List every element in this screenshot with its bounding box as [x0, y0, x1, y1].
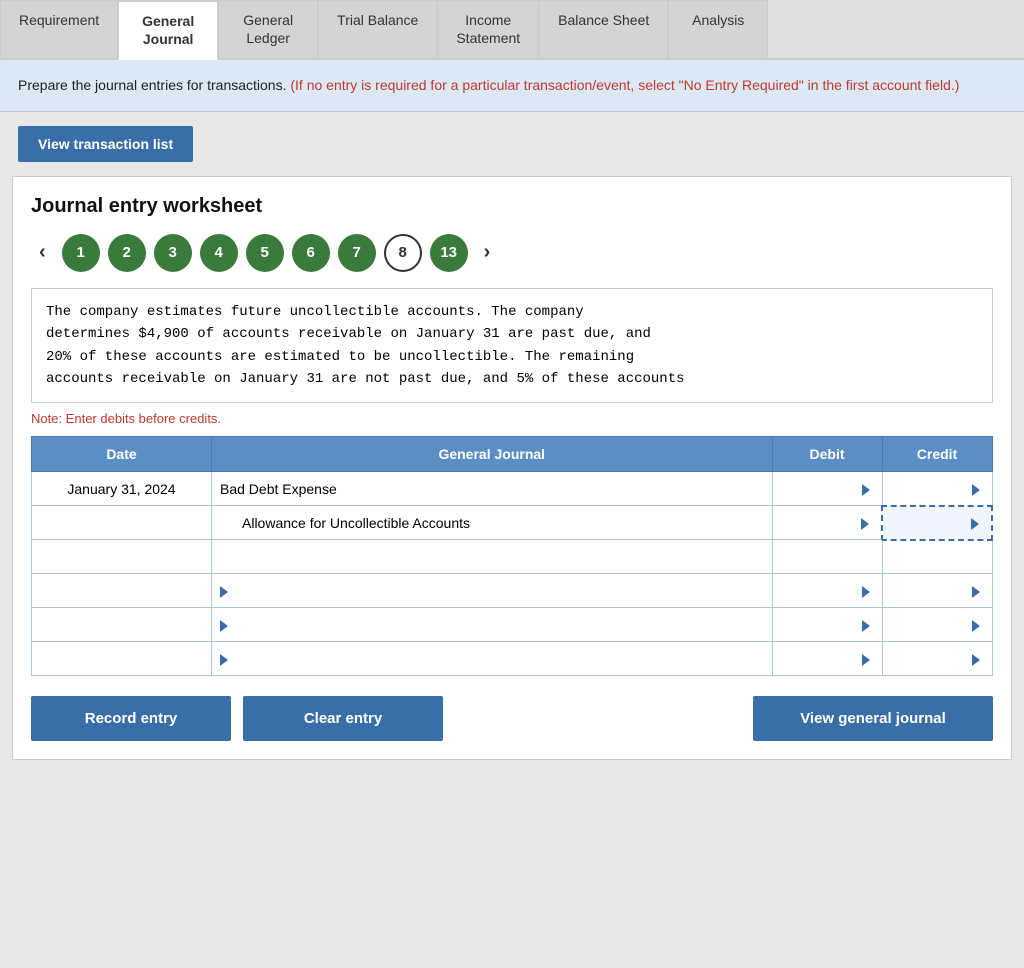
tab-general-journal[interactable]: GeneralJournal: [118, 0, 218, 60]
debit-triangle-icon: [862, 484, 870, 496]
prev-step-button[interactable]: ‹: [31, 237, 54, 268]
credit-cell[interactable]: [882, 574, 992, 608]
debit-triangle-icon: [862, 654, 870, 666]
step-13[interactable]: 13: [430, 234, 468, 272]
clear-entry-button[interactable]: Clear entry: [243, 696, 443, 741]
account-cell[interactable]: [212, 642, 773, 676]
step-1[interactable]: 1: [62, 234, 100, 272]
step-7[interactable]: 7: [338, 234, 376, 272]
credit-triangle-icon: [971, 518, 979, 530]
step-2[interactable]: 2: [108, 234, 146, 272]
debit-cell[interactable]: [772, 608, 882, 642]
debit-cell[interactable]: [772, 472, 882, 506]
debit-triangle-icon: [861, 518, 869, 530]
date-cell: [32, 506, 212, 540]
view-transaction-button[interactable]: View transaction list: [18, 126, 193, 162]
account-cell[interactable]: [212, 574, 773, 608]
credit-cell[interactable]: [882, 540, 992, 574]
debit-cell[interactable]: [772, 642, 882, 676]
debit-cell[interactable]: [772, 574, 882, 608]
date-cell: [32, 540, 212, 574]
tab-requirement[interactable]: Requirement: [0, 0, 118, 58]
step-8[interactable]: 8: [384, 234, 422, 272]
record-entry-button[interactable]: Record entry: [31, 696, 231, 741]
tab-balance-sheet[interactable]: Balance Sheet: [539, 0, 668, 58]
table-row: January 31, 2024 Bad Debt Expense: [32, 472, 993, 506]
credit-cell[interactable]: [882, 642, 992, 676]
table-row: [32, 574, 993, 608]
col-header-debit: Debit: [772, 437, 882, 472]
table-row: [32, 608, 993, 642]
col-header-credit: Credit: [882, 437, 992, 472]
entry-note: Note: Enter debits before credits.: [31, 411, 993, 426]
step-6[interactable]: 6: [292, 234, 330, 272]
account-cell[interactable]: [212, 608, 773, 642]
credit-cell[interactable]: [882, 472, 992, 506]
tab-general-ledger[interactable]: GeneralLedger: [218, 0, 318, 58]
step-4[interactable]: 4: [200, 234, 238, 272]
debit-triangle-icon: [862, 586, 870, 598]
col-header-journal: General Journal: [212, 437, 773, 472]
col-header-date: Date: [32, 437, 212, 472]
tab-bar: Requirement GeneralJournal GeneralLedger…: [0, 0, 1024, 60]
table-row: [32, 642, 993, 676]
next-step-button[interactable]: ›: [476, 237, 499, 268]
instruction-bar: Prepare the journal entries for transact…: [0, 60, 1024, 111]
credit-cell[interactable]: [882, 608, 992, 642]
credit-triangle-icon: [972, 586, 980, 598]
credit-triangle-icon: [972, 484, 980, 496]
tab-trial-balance[interactable]: Trial Balance: [318, 0, 437, 58]
view-general-journal-button[interactable]: View general journal: [753, 696, 993, 741]
account-cell-indented[interactable]: Allowance for Uncollectible Accounts: [212, 506, 773, 540]
date-cell: [32, 608, 212, 642]
account-triangle-icon: [220, 654, 228, 666]
credit-input-cell[interactable]: [882, 506, 992, 540]
step-navigation: ‹ 1 2 3 4 5 6 7 8 13 ›: [31, 234, 993, 272]
tab-analysis[interactable]: Analysis: [668, 0, 768, 58]
date-cell: [32, 642, 212, 676]
worksheet-container: Journal entry worksheet ‹ 1 2 3 4 5 6 7 …: [12, 176, 1012, 761]
step-5[interactable]: 5: [246, 234, 284, 272]
step-3[interactable]: 3: [154, 234, 192, 272]
date-cell: [32, 574, 212, 608]
tab-income-statement[interactable]: IncomeStatement: [437, 0, 539, 58]
view-transaction-bar: View transaction list: [0, 112, 1024, 176]
debit-cell[interactable]: [772, 540, 882, 574]
account-triangle-icon: [220, 586, 228, 598]
account-cell[interactable]: [212, 540, 773, 574]
account-triangle-icon: [220, 620, 228, 632]
transaction-description: The company estimates future uncollectib…: [31, 288, 993, 404]
debit-cell[interactable]: [772, 506, 882, 540]
table-row: [32, 540, 993, 574]
date-cell: January 31, 2024: [32, 472, 212, 506]
journal-table: Date General Journal Debit Credit Januar…: [31, 436, 993, 676]
worksheet-title: Journal entry worksheet: [31, 195, 993, 218]
account-cell[interactable]: Bad Debt Expense: [212, 472, 773, 506]
credit-triangle-icon: [972, 620, 980, 632]
debit-triangle-icon: [862, 620, 870, 632]
action-buttons: Record entry Clear entry View general jo…: [31, 696, 993, 741]
table-row: Allowance for Uncollectible Accounts: [32, 506, 993, 540]
credit-triangle-icon: [972, 654, 980, 666]
